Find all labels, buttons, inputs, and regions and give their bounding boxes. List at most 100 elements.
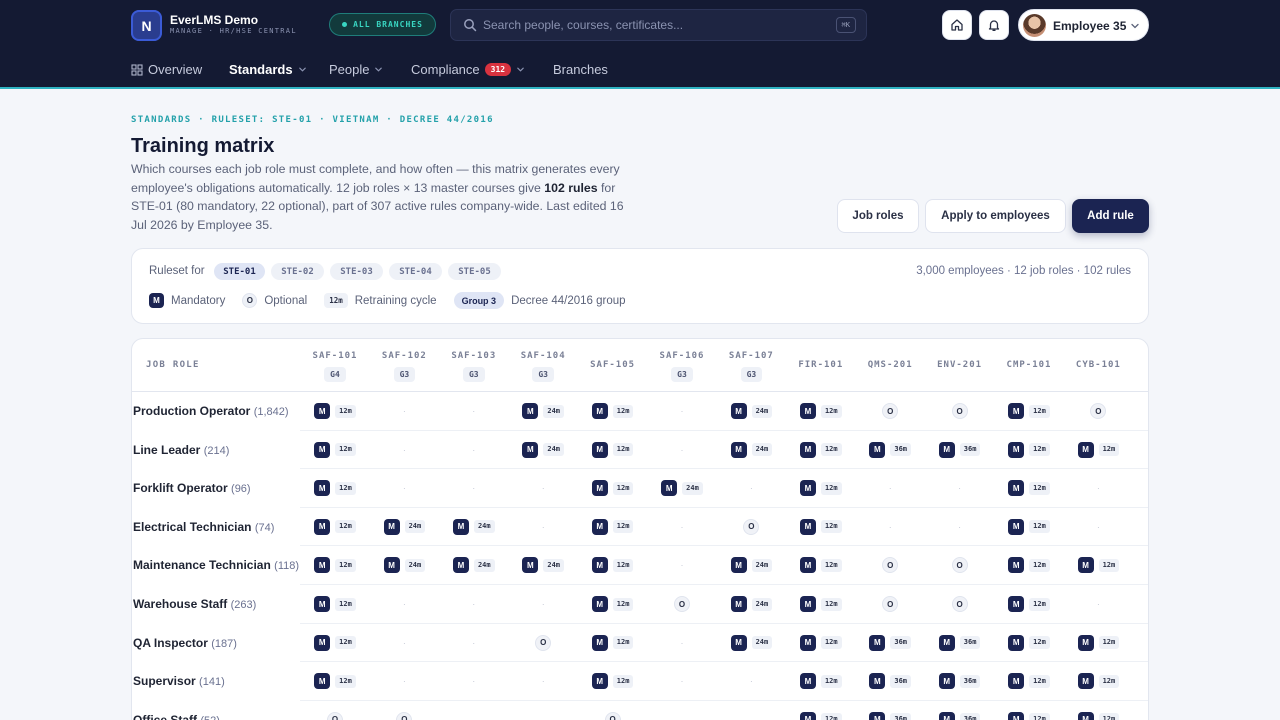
matrix-cell[interactable]: O xyxy=(369,701,439,720)
ruleset-chip-ste-04[interactable]: STE-04 xyxy=(389,263,442,280)
apply-to-employees-button[interactable]: Apply to employees xyxy=(925,199,1066,233)
matrix-cell[interactable]: · xyxy=(508,662,578,700)
column-header-c[interactable]: C xyxy=(1133,350,1148,371)
matrix-cell[interactable]: M 12m xyxy=(1063,546,1133,584)
matrix-cell[interactable]: M 12m xyxy=(1063,431,1133,469)
nav-people[interactable]: People xyxy=(329,62,383,77)
matrix-cell[interactable]: O xyxy=(300,701,370,720)
matrix-cell[interactable]: M 12m xyxy=(578,546,648,584)
job-roles-button[interactable]: Job roles xyxy=(837,199,919,233)
matrix-cell[interactable]: M 24m xyxy=(647,469,717,507)
matrix-cell[interactable]: O xyxy=(508,624,578,662)
matrix-cell[interactable]: · xyxy=(439,431,509,469)
matrix-cell[interactable]: M 12m xyxy=(1063,701,1133,720)
ruleset-chip-ste-02[interactable]: STE-02 xyxy=(271,263,324,280)
matrix-cell[interactable]: · xyxy=(439,624,509,662)
matrix-cell[interactable]: M 24m xyxy=(439,546,509,584)
matrix-cell[interactable]: M 12m xyxy=(786,662,856,700)
job-role-name[interactable]: Supervisor (141) xyxy=(133,674,225,688)
job-role-name[interactable]: Electrical Technician (74) xyxy=(133,520,274,534)
matrix-cell[interactable]: · xyxy=(369,392,439,430)
matrix-cell[interactable]: · xyxy=(439,662,509,700)
matrix-cell[interactable]: · xyxy=(369,662,439,700)
matrix-cell[interactable]: M 12m xyxy=(578,662,648,700)
matrix-cell[interactable]: M 12m xyxy=(786,431,856,469)
matrix-cell[interactable]: M 12m xyxy=(994,546,1064,584)
nav-standards[interactable]: Standards xyxy=(229,62,307,77)
column-header-cmp-101[interactable]: CMP-101 xyxy=(994,350,1064,371)
column-header-fir-101[interactable]: FIR-101 xyxy=(786,350,856,371)
matrix-cell[interactable]: · xyxy=(855,508,925,546)
matrix-cell[interactable]: · xyxy=(439,701,509,720)
matrix-cell[interactable]: M 12m xyxy=(578,392,648,430)
column-header-saf-105[interactable]: SAF-105 xyxy=(578,350,648,371)
matrix-cell[interactable]: · xyxy=(716,662,786,700)
nav-compliance[interactable]: Compliance 312 xyxy=(411,62,525,77)
matrix-cell[interactable]: M 12m xyxy=(300,392,370,430)
job-role-name[interactable]: QA Inspector (187) xyxy=(133,636,237,650)
matrix-cell[interactable]: · xyxy=(369,431,439,469)
column-header-saf-103[interactable]: SAF-103 G3 xyxy=(439,350,509,382)
matrix-cell[interactable]: M 24m xyxy=(508,431,578,469)
matrix-cell[interactable]: O xyxy=(578,701,648,720)
matrix-cell[interactable]: M 36m xyxy=(925,624,995,662)
branch-selector[interactable]: ALL BRANCHES xyxy=(329,13,436,36)
matrix-cell[interactable]: M 24m xyxy=(716,392,786,430)
column-header-saf-107[interactable]: SAF-107 G3 xyxy=(716,350,786,382)
matrix-cell[interactable]: M 12m xyxy=(994,431,1064,469)
matrix-cell[interactable]: · xyxy=(647,546,717,584)
matrix-cell[interactable]: M 24m xyxy=(439,508,509,546)
matrix-cell[interactable]: M 12m xyxy=(578,508,648,546)
column-header-saf-104[interactable]: SAF-104 G3 xyxy=(508,350,578,382)
matrix-cell[interactable]: M 12m xyxy=(786,624,856,662)
matrix-cell[interactable]: M 36m xyxy=(925,701,995,720)
matrix-cell[interactable]: M 24m xyxy=(716,431,786,469)
matrix-cell[interactable]: M 24m xyxy=(508,546,578,584)
matrix-cell[interactable]: M 12m xyxy=(994,624,1064,662)
matrix-cell[interactable]: · xyxy=(647,624,717,662)
matrix-cell[interactable]: M 12m xyxy=(578,431,648,469)
matrix-cell[interactable]: · xyxy=(647,662,717,700)
matrix-cell[interactable]: · xyxy=(1063,508,1133,546)
matrix-cell[interactable]: M 24m xyxy=(716,546,786,584)
matrix-cell[interactable]: · xyxy=(369,469,439,507)
matrix-cell[interactable]: M 12m xyxy=(786,469,856,507)
matrix-cell[interactable]: · xyxy=(925,469,995,507)
ruleset-chip-ste-01[interactable]: STE-01 xyxy=(214,263,265,280)
search-input[interactable] xyxy=(483,15,823,35)
matrix-cell[interactable]: · xyxy=(439,469,509,507)
matrix-cell[interactable]: M 12m xyxy=(786,701,856,720)
app-logo[interactable]: N xyxy=(131,10,162,41)
matrix-cell[interactable]: M 36m xyxy=(925,431,995,469)
matrix-cell[interactable]: M 12m xyxy=(300,508,370,546)
matrix-cell[interactable]: M 12m xyxy=(300,662,370,700)
column-header-saf-101[interactable]: SAF-101 G4 xyxy=(300,350,370,382)
matrix-cell[interactable]: M 12m xyxy=(994,585,1064,623)
matrix-cell[interactable]: · xyxy=(855,469,925,507)
notifications-button[interactable] xyxy=(979,10,1009,40)
add-rule-button[interactable]: Add rule xyxy=(1072,199,1149,233)
matrix-cell[interactable]: M 12m xyxy=(994,662,1064,700)
matrix-cell[interactable]: M 12m xyxy=(786,392,856,430)
job-role-name[interactable]: Maintenance Technician (118) xyxy=(133,558,299,572)
matrix-cell[interactable]: M 12m xyxy=(300,546,370,584)
matrix-cell[interactable]: M 36m xyxy=(855,431,925,469)
ruleset-chip-ste-03[interactable]: STE-03 xyxy=(330,263,383,280)
matrix-cell[interactable]: O xyxy=(925,585,995,623)
matrix-cell[interactable]: O xyxy=(647,585,717,623)
matrix-cell[interactable]: · xyxy=(508,469,578,507)
matrix-cell[interactable]: · xyxy=(716,701,786,720)
matrix-cell[interactable]: · xyxy=(369,624,439,662)
matrix-cell[interactable]: · xyxy=(647,392,717,430)
matrix-cell[interactable]: M 36m xyxy=(855,662,925,700)
matrix-cell[interactable]: M 12m xyxy=(786,585,856,623)
matrix-cell[interactable]: M 24m xyxy=(369,508,439,546)
matrix-cell[interactable]: M 12m xyxy=(300,431,370,469)
job-role-name[interactable]: Warehouse Staff (263) xyxy=(133,597,256,611)
matrix-cell[interactable]: · xyxy=(508,508,578,546)
column-header-cyb-101[interactable]: CYB-101 xyxy=(1063,350,1133,371)
matrix-cell[interactable]: M 24m xyxy=(508,392,578,430)
matrix-cell[interactable]: M 36m xyxy=(855,624,925,662)
matrix-cell[interactable]: · xyxy=(508,585,578,623)
matrix-cell[interactable]: · xyxy=(439,392,509,430)
